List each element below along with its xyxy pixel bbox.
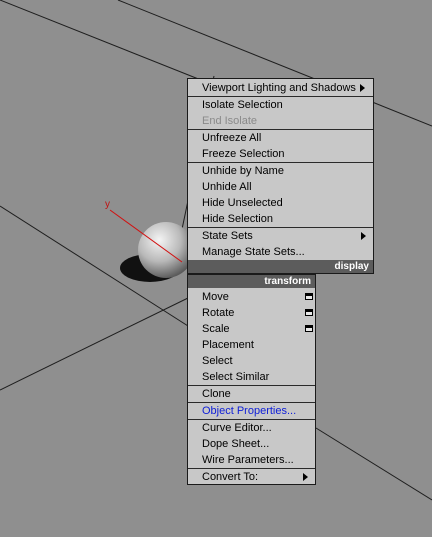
menu-item-label: Select: [202, 355, 233, 367]
menu-item-label: Hide Selection: [202, 213, 273, 225]
settings-box-icon[interactable]: [305, 325, 313, 332]
menu-item-label: Hide Unselected: [202, 197, 283, 209]
quad-menu-display: Viewport Lighting and Shadows Isolate Se…: [187, 78, 374, 274]
menu-item-wire-parameters[interactable]: Wire Parameters...: [188, 452, 315, 468]
menu-item-label: End Isolate: [202, 115, 258, 127]
menu-item-freeze-selection[interactable]: Freeze Selection: [188, 146, 373, 162]
y-axis-label: y: [105, 199, 110, 210]
menu-item-label: Unhide by Name: [202, 165, 284, 177]
menu-item-label: Scale: [202, 323, 230, 335]
menu-item-hide-selection[interactable]: Hide Selection: [188, 211, 373, 227]
menu-item-label: Viewport Lighting and Shadows: [202, 82, 356, 94]
menu-item-hide-unselected[interactable]: Hide Unselected: [188, 195, 373, 211]
menu-item-label: Unfreeze All: [202, 132, 262, 144]
menu-item-unfreeze-all[interactable]: Unfreeze All: [188, 130, 373, 146]
settings-box-icon[interactable]: [305, 309, 313, 316]
quad-header-display[interactable]: display: [188, 260, 373, 273]
menu-item-label: Clone: [202, 388, 231, 400]
menu-item-label: Placement: [202, 339, 254, 351]
menu-item-dope-sheet[interactable]: Dope Sheet...: [188, 436, 315, 452]
quad-menu-transform: transform Move Rotate Scale Placement Se…: [187, 274, 316, 485]
menu-item-move[interactable]: Move: [188, 289, 315, 305]
menu-item-label: State Sets: [202, 230, 253, 242]
menu-item-select[interactable]: Select: [188, 353, 315, 369]
menu-item-viewport-lighting[interactable]: Viewport Lighting and Shadows: [188, 80, 373, 96]
menu-item-state-sets[interactable]: State Sets: [188, 228, 373, 244]
menu-item-select-similar[interactable]: Select Similar: [188, 369, 315, 385]
menu-item-label: Isolate Selection: [202, 99, 283, 111]
menu-item-label: Unhide All: [202, 181, 252, 193]
menu-item-label: Select Similar: [202, 371, 270, 383]
menu-item-label: Freeze Selection: [202, 148, 285, 160]
menu-item-object-properties[interactable]: Object Properties...: [188, 403, 315, 419]
menu-item-convert-to[interactable]: Convert To:: [188, 469, 315, 485]
menu-item-manage-state-sets[interactable]: Manage State Sets...: [188, 244, 373, 260]
menu-item-clone[interactable]: Clone: [188, 386, 315, 402]
menu-item-rotate[interactable]: Rotate: [188, 305, 315, 321]
menu-item-end-isolate: End Isolate: [188, 113, 373, 129]
menu-item-label: Convert To:: [202, 471, 259, 483]
menu-item-label: Dope Sheet...: [202, 438, 270, 450]
menu-item-scale[interactable]: Scale: [188, 321, 315, 337]
menu-item-label: Wire Parameters...: [202, 454, 294, 466]
menu-item-label: Rotate: [202, 307, 235, 319]
menu-item-label: Move: [202, 291, 229, 303]
menu-item-unhide-all[interactable]: Unhide All: [188, 179, 373, 195]
menu-item-label: Object Properties...: [202, 405, 297, 417]
menu-item-label: Curve Editor...: [202, 422, 272, 434]
menu-item-unhide-by-name[interactable]: Unhide by Name: [188, 163, 373, 179]
submenu-arrow-icon: [361, 232, 366, 240]
settings-box-icon[interactable]: [305, 293, 313, 300]
menu-item-curve-editor[interactable]: Curve Editor...: [188, 420, 315, 436]
menu-item-label: Manage State Sets...: [202, 246, 305, 258]
menu-item-placement[interactable]: Placement: [188, 337, 315, 353]
menu-item-isolate-selection[interactable]: Isolate Selection: [188, 97, 373, 113]
submenu-arrow-icon: [303, 473, 308, 481]
quad-header-transform[interactable]: transform: [188, 275, 315, 288]
submenu-arrow-icon: [360, 84, 365, 92]
